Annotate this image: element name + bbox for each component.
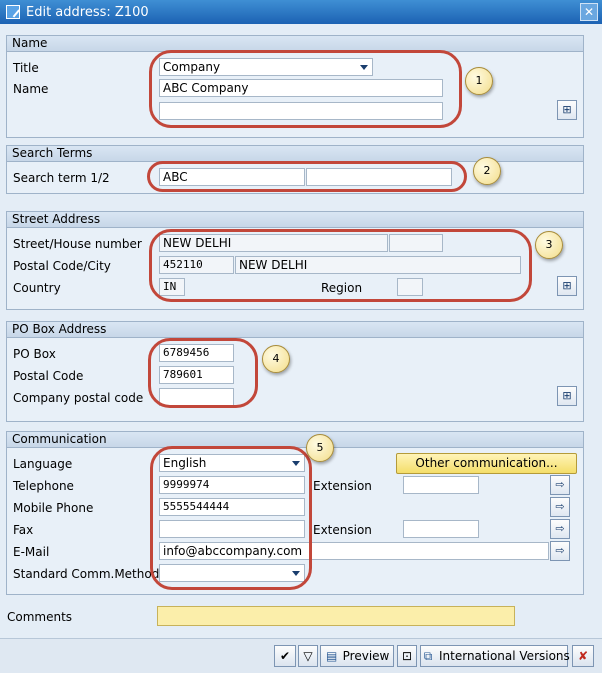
fax-extension-field[interactable] xyxy=(403,520,479,538)
arrow-right-icon: ⇨ xyxy=(555,500,565,513)
mobile-field[interactable]: 5555544444 xyxy=(159,498,305,516)
title-select[interactable]: Company xyxy=(159,58,373,76)
street-label: Street/House number xyxy=(13,237,142,251)
arrow-right-icon: ⇨ xyxy=(555,522,565,535)
email-field[interactable]: info@abccompany.com xyxy=(159,542,549,560)
search-term2-field[interactable] xyxy=(306,168,452,186)
country-label: Country xyxy=(13,281,61,295)
callout-badge-3: 3 xyxy=(535,231,563,259)
name-field[interactable]: ABC Company xyxy=(159,79,443,97)
language-select[interactable]: English xyxy=(159,454,305,472)
street-address-header: Street Address xyxy=(7,212,583,228)
funnel-icon: ▽ xyxy=(303,649,313,663)
more-fields-icon: ⊞ xyxy=(562,103,572,116)
name-group-header: Name xyxy=(7,36,583,52)
preview-label: Preview xyxy=(342,649,390,663)
postal-city-label: Postal Code/City xyxy=(13,259,111,273)
more-address-fields-button[interactable]: ⊞ xyxy=(557,276,577,296)
name2-field[interactable] xyxy=(159,102,443,120)
extension-label: Extension xyxy=(313,479,372,493)
callout-badge-5: 5 xyxy=(306,434,334,462)
po-box-field[interactable]: 6789456 xyxy=(159,344,234,362)
name-group: Name Title Company Name ABC Company ⊞ xyxy=(6,35,584,138)
filter-button[interactable]: ▽ xyxy=(298,645,318,667)
po-box-group: PO Box Address PO Box 6789456 Postal Cod… xyxy=(6,321,584,422)
lock-button[interactable]: ⊡ xyxy=(397,645,417,667)
company-postal-label: Company postal code xyxy=(13,391,144,405)
city-field[interactable]: NEW DELHI xyxy=(235,256,521,274)
international-versions-button[interactable]: ⧉ International Versions xyxy=(420,645,570,667)
po-postal-field[interactable]: 789601 xyxy=(159,366,234,384)
street-address-group: Street Address Street/House number NEW D… xyxy=(6,211,584,310)
cancel-button[interactable]: ✘ xyxy=(572,645,594,667)
search-terms-header: Search Terms xyxy=(7,146,583,162)
lock-icon: ⊡ xyxy=(401,649,413,663)
chevron-down-icon[interactable] xyxy=(360,65,368,70)
language-select-value: English xyxy=(163,456,207,470)
postal-code-field[interactable]: 452110 xyxy=(159,256,234,274)
search-term-label: Search term 1/2 xyxy=(13,171,110,185)
po-box-header: PO Box Address xyxy=(7,322,583,338)
region-field[interactable] xyxy=(397,278,423,296)
std-comm-method-label: Standard Comm.Method xyxy=(13,567,160,581)
company-postal-field[interactable] xyxy=(159,388,234,406)
country-field[interactable]: IN xyxy=(159,278,185,296)
comments-label: Comments xyxy=(7,610,73,624)
arrow-right-icon: ⇨ xyxy=(555,478,565,491)
document-icon: ▤ xyxy=(325,649,338,663)
arrow-right-icon: ⇨ xyxy=(555,544,565,557)
more-pobox-fields-button[interactable]: ⊞ xyxy=(557,386,577,406)
check-icon: ✔ xyxy=(279,649,291,663)
bottom-toolbar: ✔ ▽ ▤ Preview ⊡ ⧉ International Versions ✘ xyxy=(0,638,602,673)
window-close-button[interactable]: ✕ xyxy=(580,3,598,21)
window-titlebar: Edit address: Z100 ✕ xyxy=(0,0,602,24)
international-versions-label: International Versions xyxy=(439,649,570,663)
house-number-field[interactable] xyxy=(389,234,443,252)
more-fields-icon: ⊞ xyxy=(562,389,572,402)
fax-label: Fax xyxy=(13,523,34,537)
language-label: Language xyxy=(13,457,73,471)
email-more-button[interactable]: ⇨ xyxy=(550,541,570,561)
po-box-label: PO Box xyxy=(13,347,56,361)
search-term1-field[interactable]: ABC xyxy=(159,168,305,186)
email-label: E-Mail xyxy=(13,545,50,559)
po-postal-label: Postal Code xyxy=(13,369,84,383)
callout-badge-1: 1 xyxy=(465,67,493,95)
street-field[interactable]: NEW DELHI xyxy=(159,234,388,252)
mobile-label: Mobile Phone xyxy=(13,501,94,515)
chevron-down-icon[interactable] xyxy=(292,571,300,576)
edit-window-icon xyxy=(6,5,20,19)
extension-field[interactable] xyxy=(403,476,479,494)
more-fields-icon: ⊞ xyxy=(562,279,572,292)
fax-more-button[interactable]: ⇨ xyxy=(550,519,570,539)
other-communication-button[interactable]: Other communication... xyxy=(396,453,577,474)
mobile-more-button[interactable]: ⇨ xyxy=(550,497,570,517)
telephone-label: Telephone xyxy=(13,479,74,493)
callout-badge-2: 2 xyxy=(473,157,501,185)
title-select-value: Company xyxy=(163,60,221,74)
name-label: Name xyxy=(13,82,49,96)
telephone-more-button[interactable]: ⇨ xyxy=(550,475,570,495)
fax-field[interactable] xyxy=(159,520,305,538)
title-label: Title xyxy=(13,61,39,75)
window-title: Edit address: Z100 xyxy=(26,4,149,20)
comments-field[interactable] xyxy=(157,606,515,626)
close-icon: ✘ xyxy=(577,649,589,663)
fax-extension-label: Extension xyxy=(313,523,372,537)
confirm-button[interactable]: ✔ xyxy=(274,645,296,667)
preview-button[interactable]: ▤ Preview xyxy=(320,645,394,667)
communication-header: Communication xyxy=(7,432,583,448)
more-name-fields-button[interactable]: ⊞ xyxy=(557,100,577,120)
std-comm-method-select[interactable] xyxy=(159,564,305,582)
callout-badge-4: 4 xyxy=(262,345,290,373)
versions-icon: ⧉ xyxy=(423,649,433,663)
telephone-field[interactable]: 9999974 xyxy=(159,476,305,494)
region-label: Region xyxy=(321,281,363,295)
chevron-down-icon[interactable] xyxy=(292,461,300,466)
